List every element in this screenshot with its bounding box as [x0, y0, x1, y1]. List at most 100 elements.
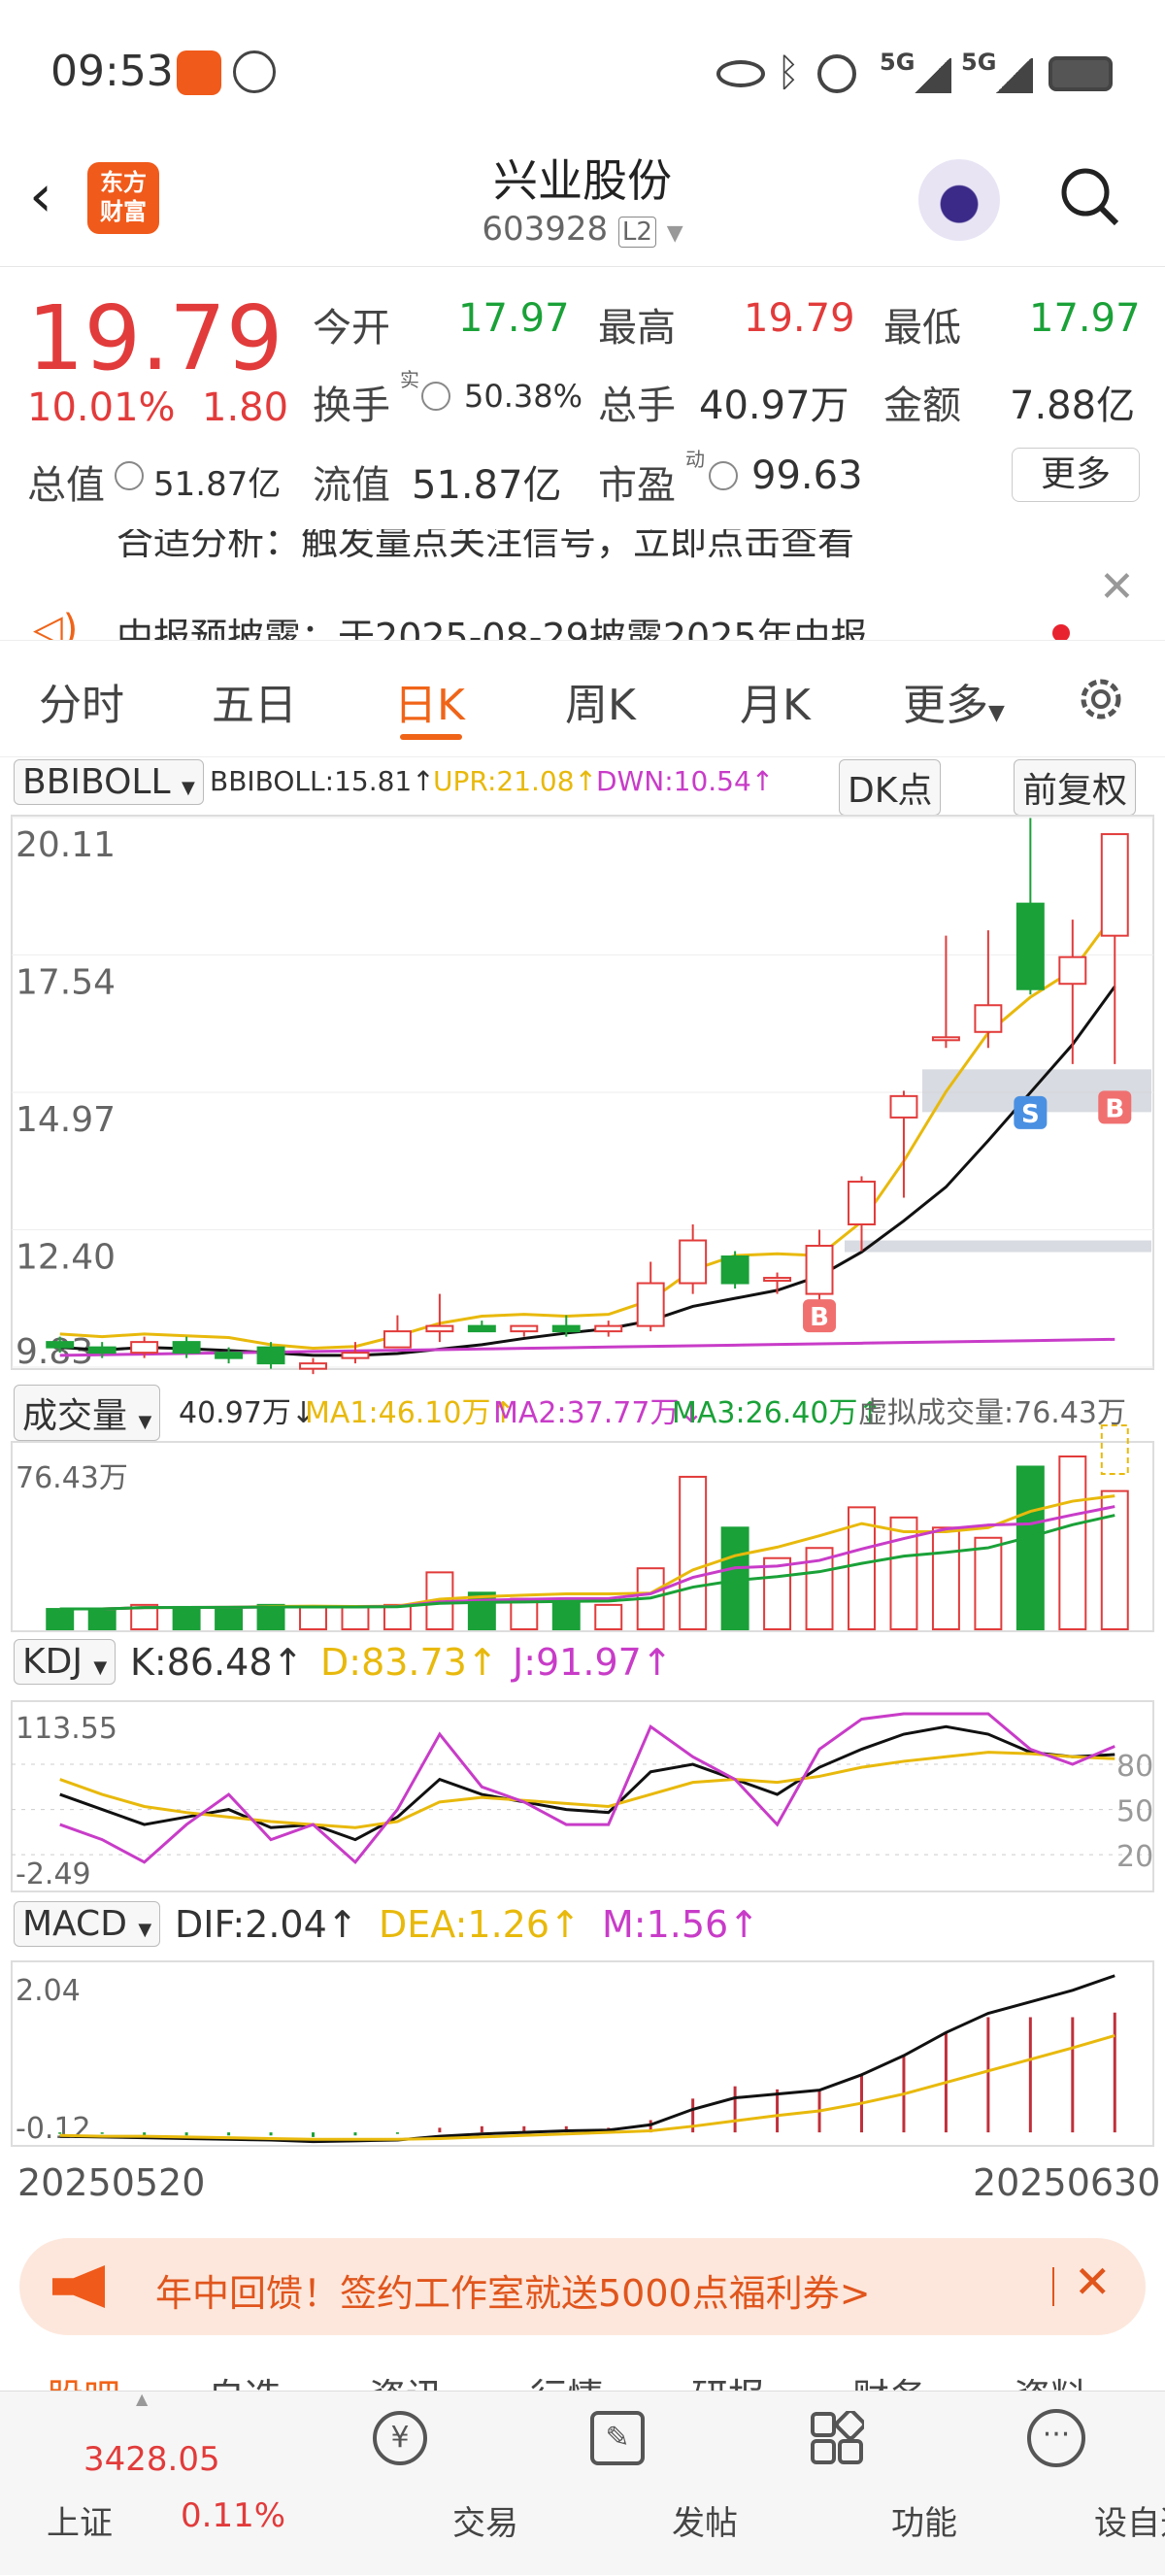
high-value: 19.79 [744, 296, 855, 341]
section-tab[interactable]: 行情 [530, 2367, 604, 2391]
bluetooth-icon: ᛒ [777, 50, 800, 95]
pe-value: 99.63 [751, 453, 863, 498]
volume-label: 总手 [598, 384, 676, 428]
ticker-line-2-text: 于2025-08-29披露2025年中报 [338, 616, 868, 641]
date-start: 20250520 [17, 2161, 206, 2204]
candle-body [931, 1036, 960, 1042]
close-icon[interactable]: ✕ [1074, 2256, 1112, 2308]
macd-indicator-label: MACD [22, 1904, 127, 1944]
section-tab[interactable]: 股吧 [47, 2367, 120, 2391]
stock-code: 603928 [482, 210, 609, 249]
volume-indicator-select[interactable]: 成交量 ▼ [14, 1385, 161, 1441]
virtual-volume-box [1100, 1423, 1129, 1475]
volume-ymax: 76.43万 [16, 1461, 128, 1495]
last-price: 19.79 [27, 286, 283, 390]
index-percent: 0.11% [181, 2496, 286, 2535]
macd-panel-frame [11, 1960, 1154, 2147]
candle-body [510, 1324, 539, 1333]
signal-5g-label: 5G [961, 49, 997, 76]
candle-body [594, 1324, 623, 1333]
low-label: 最低 [883, 306, 961, 351]
eye-icon [716, 60, 765, 87]
nav-post[interactable]: ✎ 发帖 [530, 2392, 738, 2576]
candle-body [172, 1341, 201, 1355]
bottom-toolbar: ▲ 3428.05 上证 0.11% ¥ 交易 ✎ 发帖 功能 ··· 设自选 [0, 2390, 1165, 2576]
mktcap-label: 总值 [27, 463, 105, 508]
nav-add-favorite[interactable]: ··· 设自选 [969, 2392, 1165, 2576]
macd-indicator-select[interactable]: MACD ▼ [14, 1901, 161, 1947]
candle-body [720, 1255, 749, 1285]
volume-bar [172, 1605, 201, 1631]
section-tab[interactable]: 自选 [208, 2367, 282, 2391]
kdj-ymin: -2.49 [16, 1857, 91, 1891]
macd-dea-line [59, 2034, 1115, 2141]
index-name: 上证 [47, 2504, 113, 2543]
nav-functions[interactable]: 功能 [749, 2392, 957, 2576]
info-icon[interactable] [115, 461, 144, 490]
kdj-level-label: 50 [1116, 1795, 1153, 1829]
edit-icon: ✎ [590, 2411, 645, 2465]
signal-icon [913, 58, 951, 93]
volume-bar [1100, 1489, 1129, 1630]
turnover-value: 50.38% [464, 378, 583, 415]
volume-bar [889, 1516, 918, 1631]
chevron-down-icon: ▼ [138, 1920, 152, 1940]
close-icon[interactable]: ✕ [1099, 562, 1135, 612]
speaker-icon: ◁) [33, 607, 79, 641]
info-icon[interactable] [709, 461, 738, 490]
section-tab[interactable]: 资讯 [369, 2367, 443, 2391]
change-amount: 1.80 [202, 385, 289, 430]
section-tab[interactable]: 研报 [691, 2367, 765, 2391]
more-dots-icon: ··· [1027, 2409, 1085, 2467]
tab-monthly-k[interactable]: 月K [740, 670, 811, 732]
promo-text: 年中回馈！签约工作室就送5000点福利券> [155, 2272, 871, 2315]
volume-value: 40.97万↓ [179, 1396, 316, 1430]
kline-chart[interactable]: 20.11 17.54 14.97 12.40 9.83 B S B 76.43万 113.55 -… [0, 757, 1165, 2214]
macd-dea-value: DEA:1.26↑ [379, 1903, 581, 1946]
banner-divider [1052, 2267, 1054, 2306]
candle-body [467, 1324, 496, 1333]
level-badge: L2 [617, 217, 656, 248]
candle-body [215, 1352, 244, 1359]
tab-more-label: 更多 [903, 681, 988, 730]
kdj-j-value: J:91.97↑ [513, 1641, 673, 1684]
volume-bar [215, 1605, 244, 1631]
candle-body [130, 1341, 159, 1355]
candle-body [87, 1346, 116, 1355]
kdj-indicator-select[interactable]: KDJ ▼ [14, 1639, 116, 1685]
news-ticker[interactable]: 合适分析：触发量点关注信号，立即点击查看 ◁) 中报预披露：于2025-08-2… [0, 529, 1165, 641]
settings-gear-icon[interactable] [1072, 670, 1130, 728]
low-value: 17.97 [1029, 296, 1141, 341]
candle-body [383, 1330, 412, 1349]
ma-yellow-line [59, 912, 1116, 1351]
search-icon[interactable] [1058, 165, 1120, 227]
tab-weekly-k[interactable]: 周K [565, 670, 636, 732]
tab-more[interactable]: 更多▼ [903, 670, 1005, 732]
nav-trade[interactable]: ¥ 交易 [311, 2392, 518, 2576]
tab-intraday[interactable]: 分时 [39, 670, 124, 732]
kline-ytick: 17.54 [16, 963, 116, 1003]
section-tab[interactable]: 资料 [1014, 2367, 1087, 2391]
volume-bar [763, 1556, 792, 1630]
date-end: 20250630 [973, 2161, 1161, 2204]
kdj-ymax: 113.55 [16, 1712, 117, 1746]
open-label: 今开 [313, 306, 390, 351]
macd-dif-value: DIF:2.04↑ [175, 1903, 358, 1946]
candle-body [636, 1282, 665, 1327]
active-tab-underline [400, 734, 462, 740]
tab-5day[interactable]: 五日 [212, 670, 297, 732]
hotspot-icon [817, 54, 856, 93]
more-button[interactable]: 更多 [1012, 448, 1140, 502]
nav-add-favorite-label: 设自选 [1094, 2504, 1165, 2543]
promo-banner[interactable]: 年中回馈！签约工作室就送5000点福利券> ✕ [19, 2238, 1146, 2335]
section-tab[interactable]: 财务 [852, 2367, 926, 2391]
volume-bar [256, 1603, 285, 1631]
volume-bar [341, 1605, 370, 1631]
ticker-line-1: 合适分析：触发量点关注信号，立即点击查看 [116, 529, 855, 563]
tab-daily-k[interactable]: 日K [394, 670, 465, 732]
robot-assistant-icon[interactable] [918, 159, 1000, 241]
info-icon[interactable] [421, 382, 450, 411]
megaphone-icon [52, 2265, 105, 2308]
volume-bar [87, 1608, 116, 1631]
index-quote[interactable]: ▲ 3428.05 上证 0.11% [0, 2390, 291, 2576]
